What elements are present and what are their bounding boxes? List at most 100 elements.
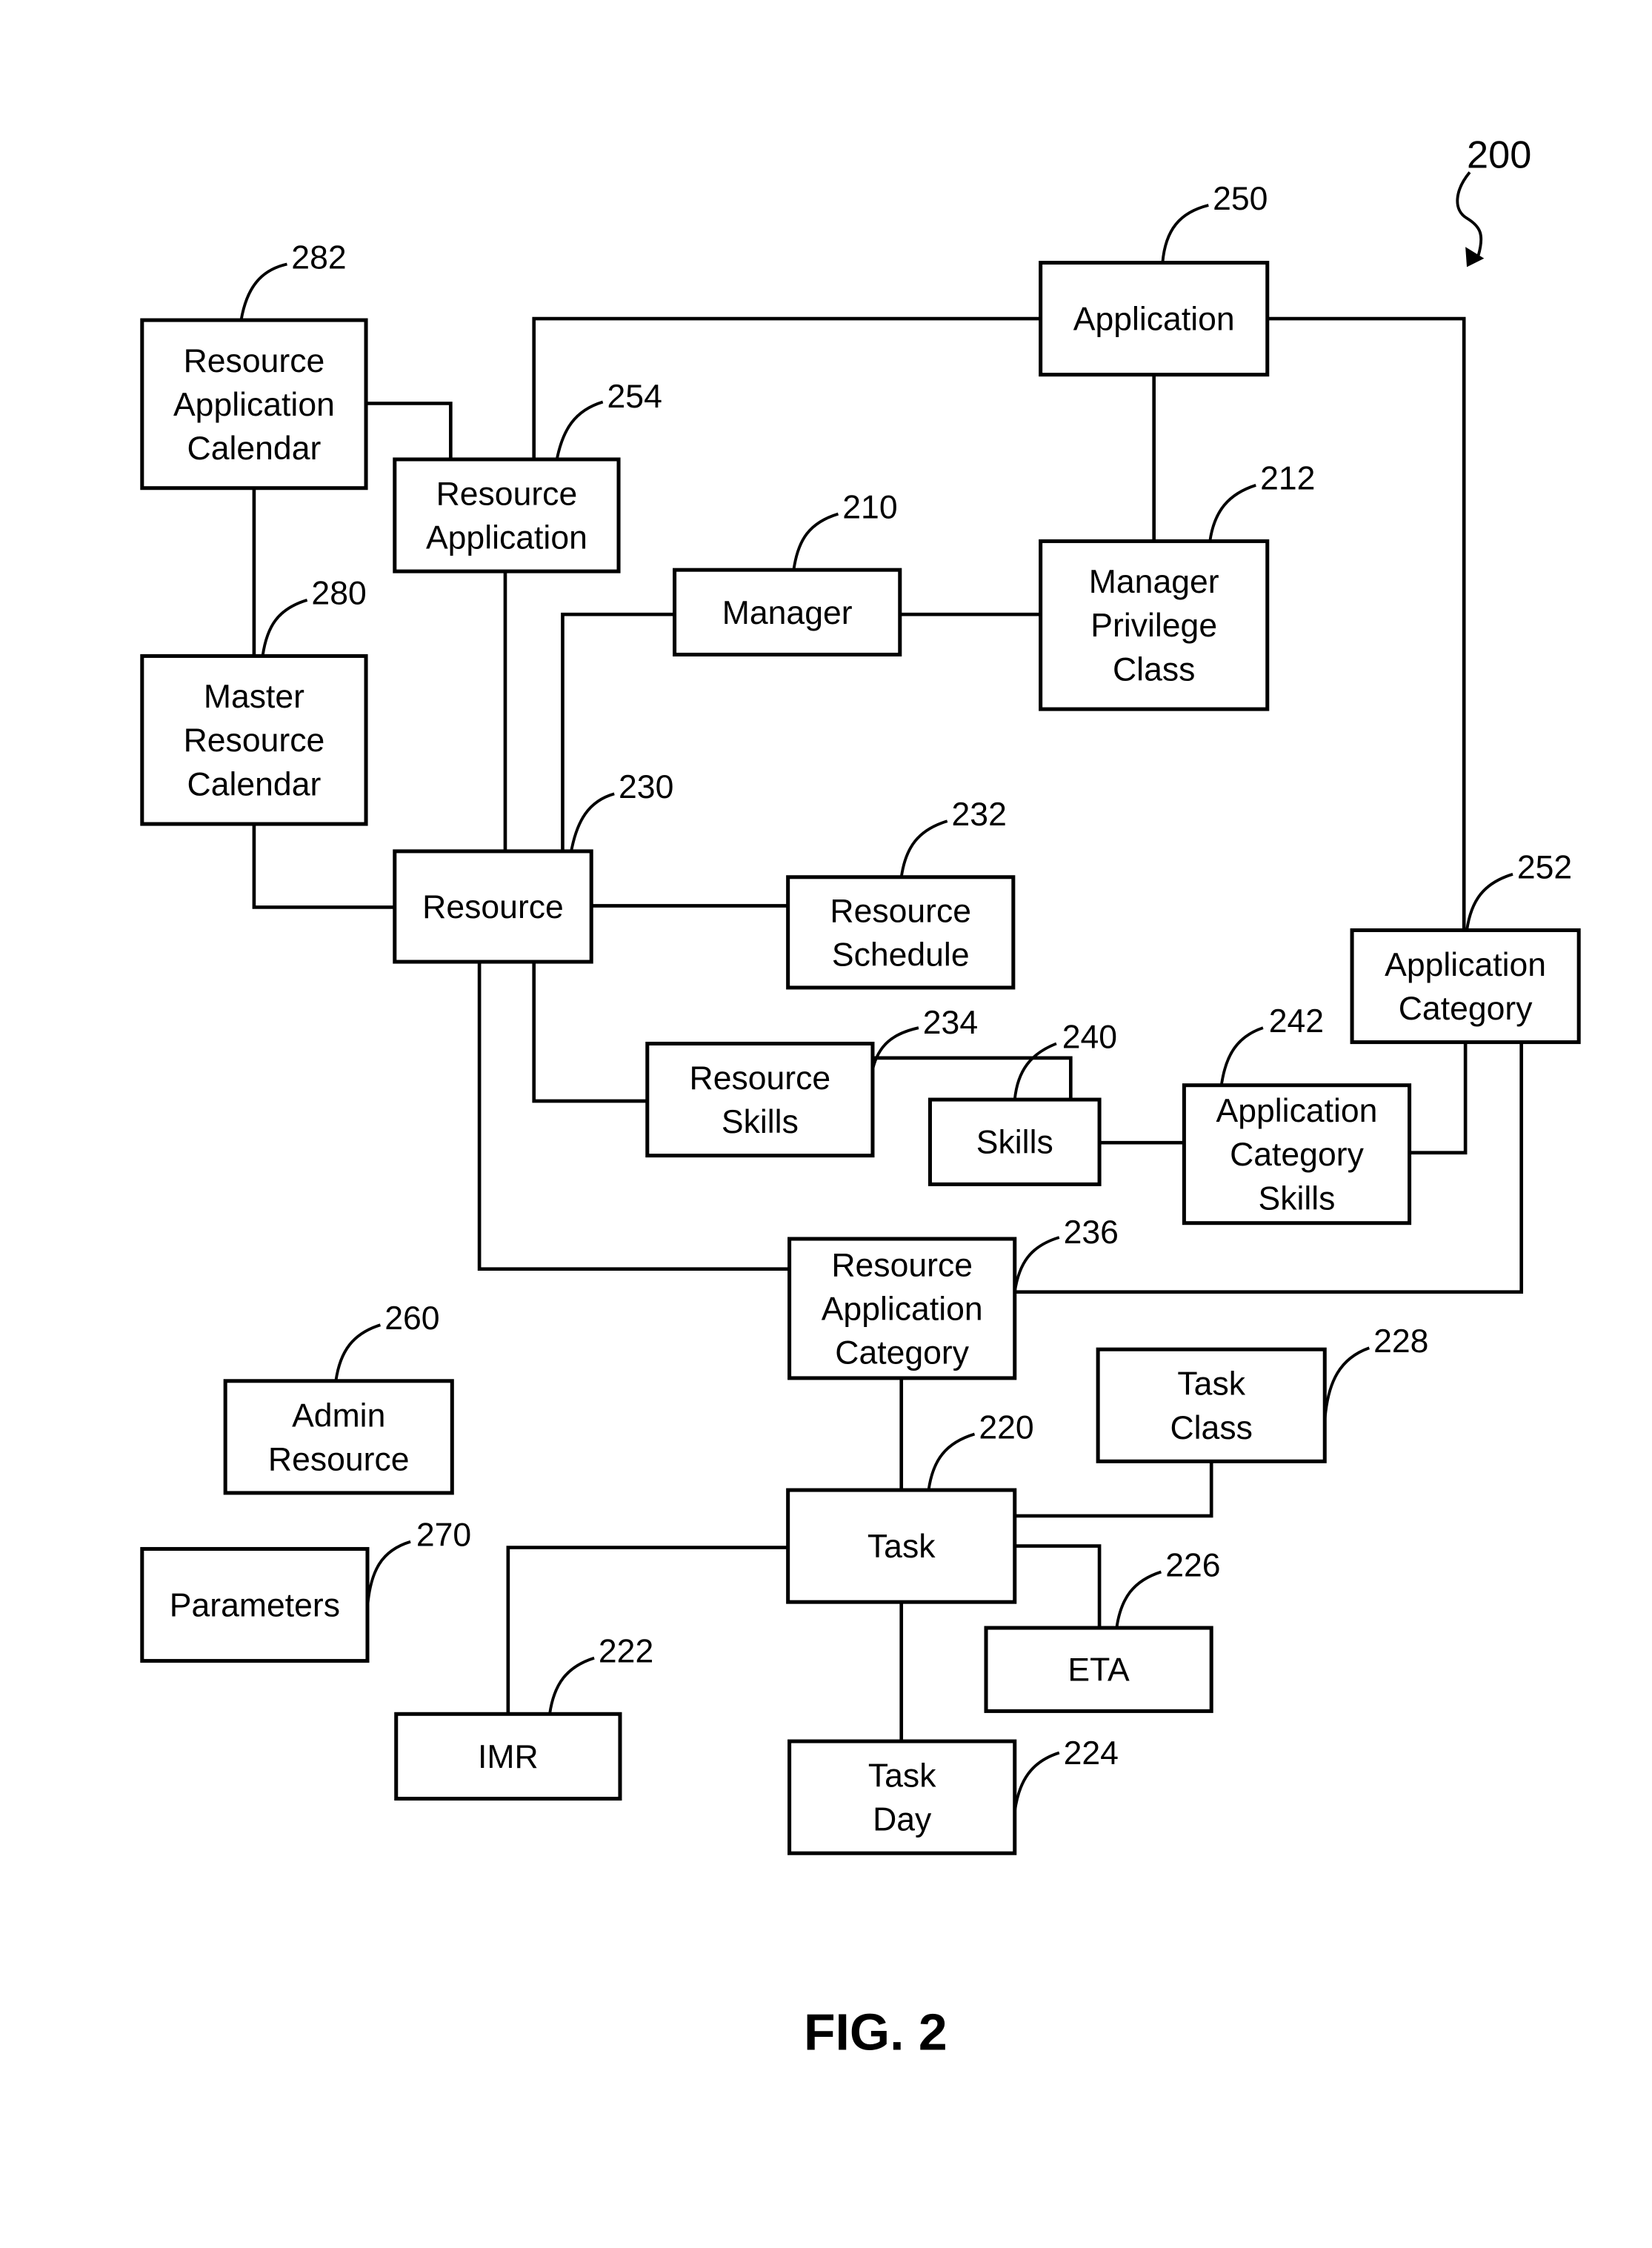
wire-master-calendar-to-resource [252, 824, 395, 909]
leader-280 [261, 598, 308, 656]
ref-252: 252 [1517, 850, 1572, 886]
leader-228 [1323, 1346, 1370, 1422]
box-label-line: Calendar [187, 430, 322, 467]
wire-resource-skills-to-skills [872, 1056, 1073, 1100]
box-label-line: ETA [1068, 1652, 1130, 1689]
box-label-line: Resource [184, 343, 325, 379]
wire-resource-to-resource-skills [532, 962, 647, 1103]
box-manager: Manager [673, 568, 902, 656]
box-label-line: Skills [976, 1125, 1053, 1161]
ref-226: 226 [1165, 1547, 1220, 1583]
box-manager-privilege-class: Manager Privilege Class [1039, 539, 1270, 711]
ref-222: 222 [599, 1634, 653, 1670]
box-task-class: Task Class [1096, 1347, 1327, 1463]
leader-232 [899, 819, 948, 878]
leader-254 [555, 400, 604, 460]
box-label-line: Resource [436, 476, 578, 512]
box-resource-skills: Resource Skills [645, 1041, 875, 1158]
box-label-line: Resource [830, 893, 971, 929]
ref-236: 236 [1064, 1214, 1119, 1251]
box-label-line: Application [1073, 302, 1235, 338]
ref-250: 250 [1213, 181, 1268, 217]
box-imr: IMR [394, 1712, 622, 1801]
box-label-line: Master [204, 679, 304, 715]
leader-270 [366, 1540, 411, 1609]
ref-240: 240 [1062, 1019, 1117, 1055]
box-skills: Skills [927, 1097, 1102, 1186]
leader-242 [1219, 1026, 1264, 1085]
box-label-line: Application [1385, 947, 1546, 983]
arrowhead-icon [1465, 247, 1485, 267]
figure-title: FIG. 2 [804, 2003, 947, 2061]
box-label-line: Task [867, 1529, 936, 1565]
leader-212 [1208, 484, 1256, 542]
box-label-line: Admin [292, 1397, 385, 1434]
ref-220: 220 [979, 1409, 1033, 1446]
wire-task-to-eta [1014, 1544, 1102, 1629]
ref-234: 234 [923, 1005, 978, 1041]
box-eta: ETA [984, 1626, 1213, 1713]
box-label-line: Application [426, 520, 587, 556]
box-admin-resource: Admin Resource [223, 1379, 454, 1495]
box-master-resource-calendar: Master Resource Calendar [140, 654, 368, 826]
box-parameters: Parameters [140, 1546, 370, 1663]
wire-res-app-calendar-to-res-app [366, 402, 453, 459]
box-label-line: Resource [690, 1060, 831, 1097]
box-label-line: Category [1399, 991, 1533, 1027]
leader-252 [1465, 873, 1513, 931]
box-label-line: Category [835, 1335, 969, 1371]
leader-220 [927, 1432, 976, 1491]
ref-224: 224 [1064, 1735, 1119, 1772]
leader-234 [871, 1026, 919, 1070]
box-label-line: Manager [722, 595, 853, 631]
box-label-line: Task [1177, 1366, 1245, 1403]
leader-240 [1013, 1042, 1057, 1100]
box-label-line: IMR [478, 1739, 539, 1775]
leader-282 [239, 262, 287, 321]
box-label-line: Resource [831, 1247, 973, 1283]
ref-254: 254 [607, 379, 662, 415]
box-label-line: Class [1170, 1410, 1253, 1446]
ref-210: 210 [842, 489, 897, 525]
wire-app-category-skills-to-app-category [1409, 1042, 1468, 1155]
leader-210 [792, 512, 839, 571]
wire-manager-to-resource [561, 612, 675, 851]
box-label-line: Parameters [170, 1588, 340, 1624]
box-label-line: Resource [184, 722, 325, 759]
box-label-line: Task [868, 1758, 936, 1795]
box-label-line: Resource [268, 1441, 410, 1477]
ref-280: 280 [311, 576, 366, 612]
box-label-line: Class [1113, 651, 1195, 688]
leader-230 [570, 792, 615, 852]
box-application-category: Application Category [1350, 928, 1581, 1045]
leader-236 [1013, 1236, 1060, 1292]
leader-250 [1161, 204, 1209, 263]
box-task-day: Task Day [787, 1739, 1017, 1855]
box-label-line: Calendar [187, 766, 322, 802]
box-application: Application [1039, 261, 1270, 377]
box-label-line: Privilege [1090, 608, 1217, 644]
box-label-line: Schedule [832, 937, 970, 973]
leader-224 [1013, 1751, 1060, 1812]
ref-212: 212 [1260, 461, 1315, 497]
box-label-line: Application [173, 387, 335, 423]
box-label-line: Day [873, 1802, 932, 1838]
ref-270: 270 [416, 1517, 471, 1554]
ref-260: 260 [384, 1300, 439, 1337]
box-application-category-skills: Application Category Skills [1182, 1083, 1412, 1226]
ref-230: 230 [619, 769, 673, 805]
figure-reference-arrow [1456, 171, 1483, 256]
wire-application-to-application-category [1267, 316, 1466, 931]
wire-task-to-task-class [1014, 1461, 1213, 1518]
figure-reference-number: 200 [1467, 134, 1531, 177]
box-label-line: Category [1230, 1137, 1364, 1173]
box-label-line: Skills [722, 1104, 799, 1140]
leader-222 [548, 1656, 595, 1715]
box-label-line: Application [1216, 1093, 1378, 1129]
diagram-canvas: Resource Application Calendar Resource Appli… [140, 134, 1581, 2061]
box-resource-application: Resource Application [393, 457, 621, 573]
ref-232: 232 [952, 797, 1007, 833]
ref-282: 282 [291, 239, 346, 276]
box-resource: Resource [393, 849, 593, 964]
box-resource-application-calendar: Resource Application Calendar [140, 318, 368, 490]
